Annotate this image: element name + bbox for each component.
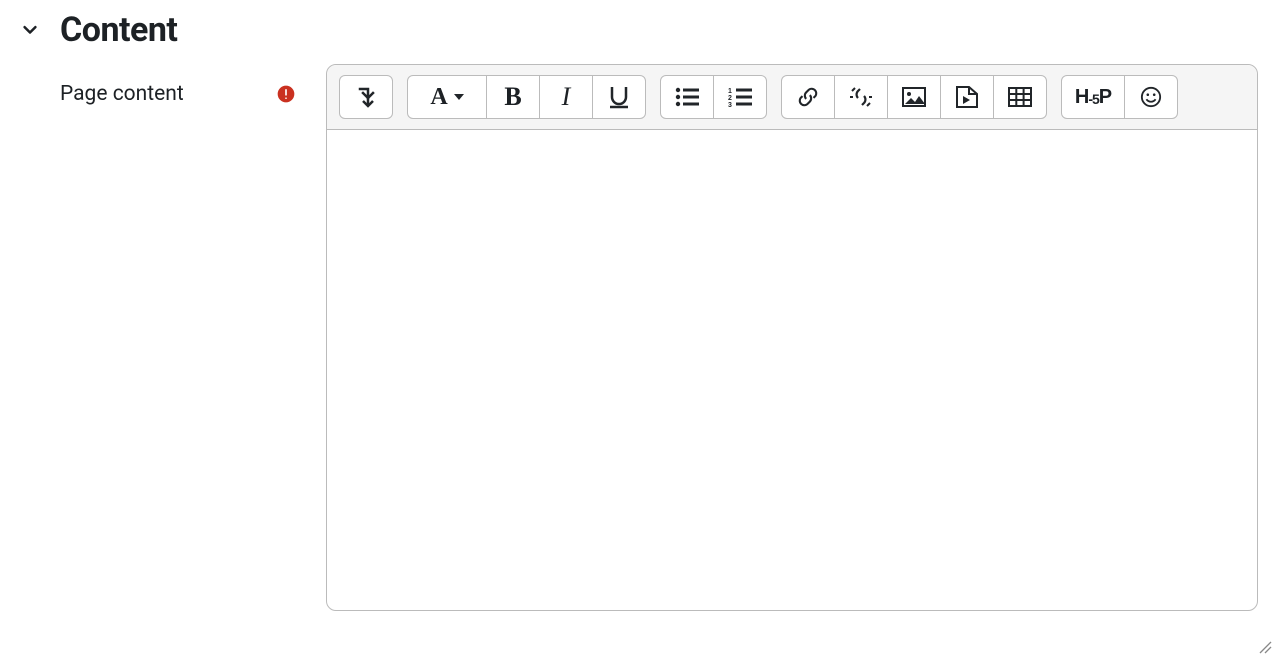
editor-content-area[interactable] [327,130,1257,610]
field-label: Page content [60,82,184,106]
toolbar-group-lists: 1 2 3 [660,75,767,119]
expand-arrow-icon [356,85,376,109]
italic-button[interactable]: I [539,75,593,119]
image-icon [902,87,926,107]
italic-icon: I [562,82,571,112]
media-icon [955,86,979,108]
page-content-row: Page content [18,64,1258,611]
label-column: Page content [18,64,326,106]
link-button[interactable] [781,75,835,119]
svg-text:2: 2 [728,95,732,102]
paragraph-icon: A [430,84,447,111]
svg-text:1: 1 [728,88,732,95]
svg-text:3: 3 [728,102,732,107]
bold-icon: B [504,82,521,112]
toolbar-group-expand [339,75,393,119]
unlink-button[interactable] [834,75,888,119]
bold-button[interactable]: B [486,75,540,119]
editor-toolbar: A B I [327,65,1257,130]
resize-handle-icon[interactable] [1258,640,1272,654]
rich-text-editor: A B I [326,64,1258,611]
image-button[interactable] [887,75,941,119]
section-title: Content [60,10,177,50]
bullet-list-icon [675,87,699,107]
h5p-button[interactable]: H-5P [1061,75,1125,119]
link-icon [797,86,819,108]
caret-down-icon [454,94,464,100]
expand-toolbar-button[interactable] [339,75,393,119]
paragraph-style-button[interactable]: A [407,75,487,119]
emoji-icon [1140,86,1162,108]
toolbar-group-extra: H-5P [1061,75,1178,119]
collapse-toggle[interactable] [18,18,42,42]
media-button[interactable] [940,75,994,119]
numbered-list-icon: 1 2 3 [728,87,752,107]
chevron-down-icon [20,20,40,40]
table-icon [1008,87,1032,107]
underline-button[interactable] [592,75,646,119]
bullet-list-button[interactable] [660,75,714,119]
table-button[interactable] [993,75,1047,119]
numbered-list-button[interactable]: 1 2 3 [713,75,767,119]
emoji-button[interactable] [1124,75,1178,119]
required-icon [276,84,296,104]
section-header: Content [18,10,1258,50]
toolbar-group-text: A B I [407,75,646,119]
unlink-icon [849,85,873,109]
toolbar-group-insert [781,75,1047,119]
underline-icon [608,85,630,109]
editor-column: A B I [326,64,1258,611]
h5p-icon: H-5P [1075,86,1111,109]
